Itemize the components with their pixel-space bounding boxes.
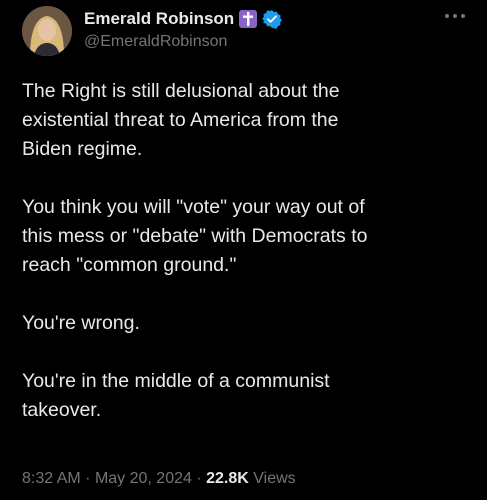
tweet-line: existential threat to America from the: [22, 109, 339, 131]
tweet-card: Emerald Robinson @EmeraldRobinson The Ri…: [0, 0, 487, 500]
tweet-line: Biden regime.: [22, 138, 143, 160]
tweet-meta: 8:32 AM · May 20, 2024 · 22.8K Views: [22, 470, 296, 488]
more-icon: [445, 14, 465, 18]
tweet-text: The Right is still delusional about the …: [22, 77, 472, 425]
tweet-line: You think you will "vote" your way out o…: [22, 196, 365, 218]
views-count: 22.8K: [206, 470, 249, 487]
avatar[interactable]: [22, 6, 72, 56]
meta-separator: ·: [196, 470, 202, 487]
tweet-line: You're wrong.: [22, 312, 140, 334]
user-handle[interactable]: @EmeraldRobinson: [84, 33, 227, 51]
tweet-line: this mess or "debate" with Democrats to: [22, 225, 368, 247]
cross-icon: [239, 10, 258, 28]
meta-separator: ·: [85, 470, 91, 487]
tweet-time[interactable]: 8:32 AM: [22, 470, 81, 487]
more-options-button[interactable]: [440, 6, 470, 26]
tweet-line: You're in the middle of a communist: [22, 370, 330, 392]
verified-icon: [262, 10, 283, 29]
tweet-date[interactable]: May 20, 2024: [95, 470, 192, 487]
tweet-line: The Right is still delusional about the: [22, 80, 340, 102]
display-name[interactable]: Emerald Robinson: [84, 9, 234, 29]
views-label: Views: [253, 470, 296, 487]
tweet-line: reach "common ground.": [22, 254, 237, 276]
tweet-line: takeover.: [22, 399, 102, 421]
author-name-row: Emerald Robinson: [84, 6, 283, 32]
